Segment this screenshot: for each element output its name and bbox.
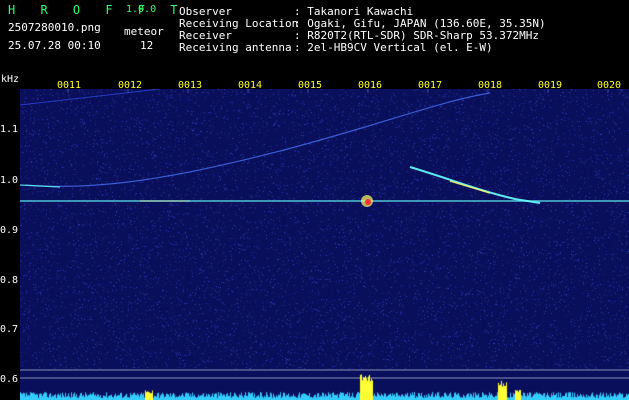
- meteor-burst-core: [365, 199, 371, 205]
- station-info: Observer: Takanori Kawachi Receiving Loc…: [179, 6, 546, 54]
- hrofft-window: H R O F F T 1.0.0 2507280010.png 25.07.2…: [0, 0, 629, 400]
- y-tick-0-9: 0.9: [0, 225, 19, 236]
- y-tick-1-1: 1.1: [0, 124, 19, 135]
- spectrogram-overlay: [20, 89, 629, 379]
- faint-trace: [24, 92, 491, 187]
- y-tick-0-7: 0.7: [0, 324, 19, 335]
- power-bars: [20, 370, 629, 400]
- date-time: 25.07.28 00:10: [8, 39, 101, 52]
- spectrogram: [20, 89, 629, 400]
- app-version: 1.0.0: [126, 4, 157, 15]
- meteor-count: 12: [140, 39, 154, 52]
- file-name: 2507280010.png: [8, 21, 101, 34]
- y-axis-unit: kHz: [1, 74, 20, 85]
- faint-trace: [20, 89, 161, 106]
- app-name: H R O F F T: [8, 3, 187, 17]
- y-tick-1-0: 1.0: [0, 175, 19, 186]
- y-tick-0-8: 0.8: [0, 275, 19, 286]
- antenna-row: Receiving antenna: 2el-HB9CV Vertical (e…: [179, 41, 493, 54]
- y-tick-0-6: 0.6: [0, 374, 19, 385]
- doppler-trace: [409, 166, 541, 204]
- meteor-label: meteor: [124, 25, 164, 38]
- doppler-trace-core: [449, 180, 491, 194]
